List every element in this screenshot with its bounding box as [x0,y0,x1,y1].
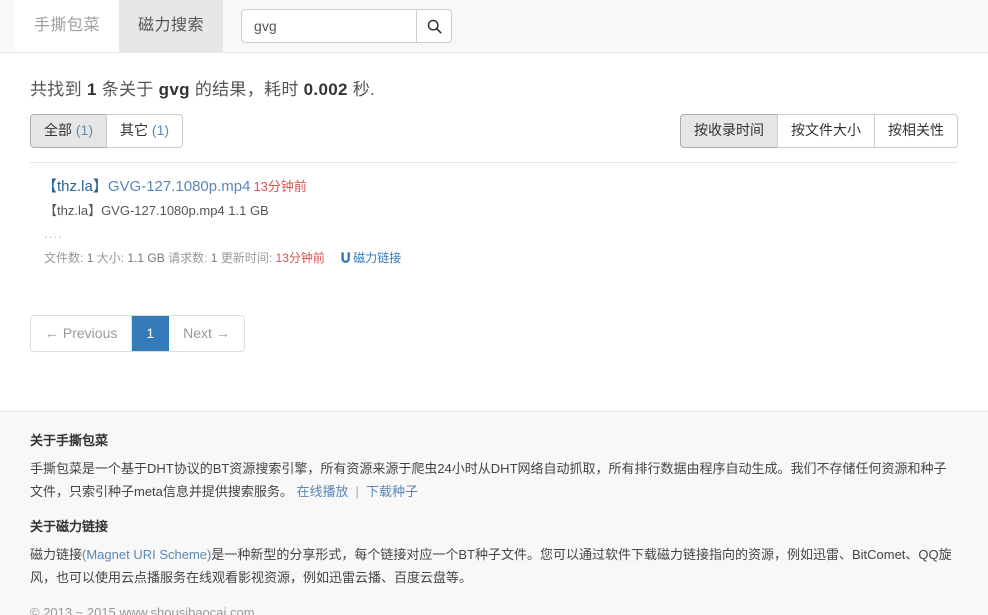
summary-middle: 条关于 [101,80,154,99]
magnet-link[interactable]: 磁力链接 [340,251,401,265]
summary-elapsed: 0.002 [303,80,348,99]
pagination-next[interactable]: Next → [169,315,244,352]
meta-size-value: 1.1 GB [127,251,165,266]
pagination-page-1[interactable]: 1 [132,315,170,352]
meta-updated-value: 13分钟前 [275,251,325,266]
result-file-line: 【thz.la】GVG-127.1080p.mp4 1.1 GB [44,203,269,219]
nav-brand-shousibaocai[interactable]: 手撕包菜 [15,0,120,52]
search-form [241,0,453,52]
footer-link-download-torrent[interactable]: 下载种子 [366,484,418,499]
footer-link-online-play[interactable]: 在线播放 [297,484,349,499]
footer-about-heading: 关于手撕包菜 [30,433,109,449]
result-title-link[interactable]: 【thz.la】GVG-127.1080p.mp4 [42,178,250,195]
category-filter-all-label: 全部 [44,122,72,138]
nav-tab-label: 磁力搜索 [138,17,205,34]
footer-magnet-pre: 磁力链接 [30,546,83,562]
search-input[interactable] [241,9,417,43]
pagination-wrap: ← Previous 1 Next → [30,271,958,353]
meta-size-label: 大小: [96,251,125,266]
footer-about-text: 手撕包菜是一个基于DHT协议的BT资源搜索引擎，所有资源来源于爬虫24小时从DH… [30,458,958,504]
navbar: 手撕包菜 磁力搜索 [0,0,988,53]
nav-brand-label: 手撕包菜 [34,17,101,34]
category-filter-other[interactable]: 其它 (1) [106,114,184,148]
result-title-time: 13分钟前 [253,178,307,194]
footer-link-separator: | [355,484,359,500]
search-input-group [241,9,453,43]
result-title: 【thz.la】GVG-127.1080p.mp4 13分钟前 [42,176,958,199]
footer-magnet-text: 磁力链接(Magnet URI Scheme)是一种新型的分享形式，每个链接对应… [30,544,958,590]
sort-by-file-size[interactable]: 按文件大小 [777,114,875,148]
pagination-previous[interactable]: ← Previous [31,315,133,352]
result-title-name: GVG-127.1080p.mp4 [107,177,251,195]
sort-by-indexed-time-label: 按收录时间 [694,122,764,138]
category-filter-all-count: (1) [75,122,94,138]
sort-filter-group: 按收录时间 按文件大小 按相关性 [680,114,958,148]
result-summary: 共找到 1 条关于 gvg 的结果，耗时 0.002 秒. [30,53,958,114]
pagination: ← Previous 1 Next → [30,314,245,353]
category-filter-other-count: (1) [151,122,170,138]
search-icon [427,19,442,34]
summary-prefix: 共找到 [30,80,82,99]
footer-about-body: 手撕包菜是一个基于DHT协议的BT资源搜索引擎，所有资源来源于爬虫24小时从DH… [30,461,947,500]
result-item: 【thz.la】GVG-127.1080p.mp4 13分钟前 【thz.la】G… [30,176,958,271]
footer-magnet-heading: 关于磁力链接 [30,518,109,534]
summary-unit: 秒. [352,80,376,99]
footer: 关于手撕包菜 手撕包菜是一个基于DHT协议的BT资源搜索引擎，所有资源来源于爬虫… [0,412,988,615]
result-title-tag: 【thz.la】 [42,177,108,195]
magnet-icon [340,250,351,270]
main-container: 共找到 1 条关于 gvg 的结果，耗时 0.002 秒. 全部 (1) 其它 … [0,53,988,353]
meta-requests-label: 请求数: [168,251,208,266]
meta-updated-label: 更新时间: [220,251,273,266]
meta-files-value: 1 [86,251,94,266]
result-meta: 文件数: 1 大小: 1.1 GB 请求数: 1 更新时间: 13分钟前 磁力链… [42,248,958,270]
sort-by-file-size-label: 按文件大小 [791,122,861,138]
category-filter-all[interactable]: 全部 (1) [30,114,108,148]
meta-requests-value: 1 [210,251,218,266]
sort-by-relevance[interactable]: 按相关性 [874,114,958,148]
summary-suffix: 的结果，耗时 [194,80,299,99]
results-list: 【thz.la】GVG-127.1080p.mp4 13分钟前 【thz.la】G… [30,163,958,271]
magnet-link-label: 磁力链接 [353,251,402,266]
filter-row: 全部 (1) 其它 (1) 按收录时间 按文件大小 按相关性 [30,114,958,162]
sort-by-relevance-label: 按相关性 [888,122,944,138]
sort-by-indexed-time[interactable]: 按收录时间 [680,114,778,148]
category-filter-other-label: 其它 [120,122,149,138]
summary-query: gvg [158,80,190,99]
category-filter-group: 全部 (1) 其它 (1) [30,114,184,148]
summary-count: 1 [86,80,97,99]
nav-tabs: 手撕包菜 磁力搜索 [15,0,224,52]
footer-link-magnet-uri-scheme[interactable]: (Magnet URI Scheme) [82,547,211,562]
nav-tab-magnet-search[interactable]: 磁力搜索 [119,0,224,52]
result-ellipsis: .... [44,226,63,242]
search-button[interactable] [416,9,453,43]
footer-copyright: © 2013 ~ 2015 www.shousibaocai.com [30,605,255,615]
meta-files-label: 文件数: [44,251,84,266]
